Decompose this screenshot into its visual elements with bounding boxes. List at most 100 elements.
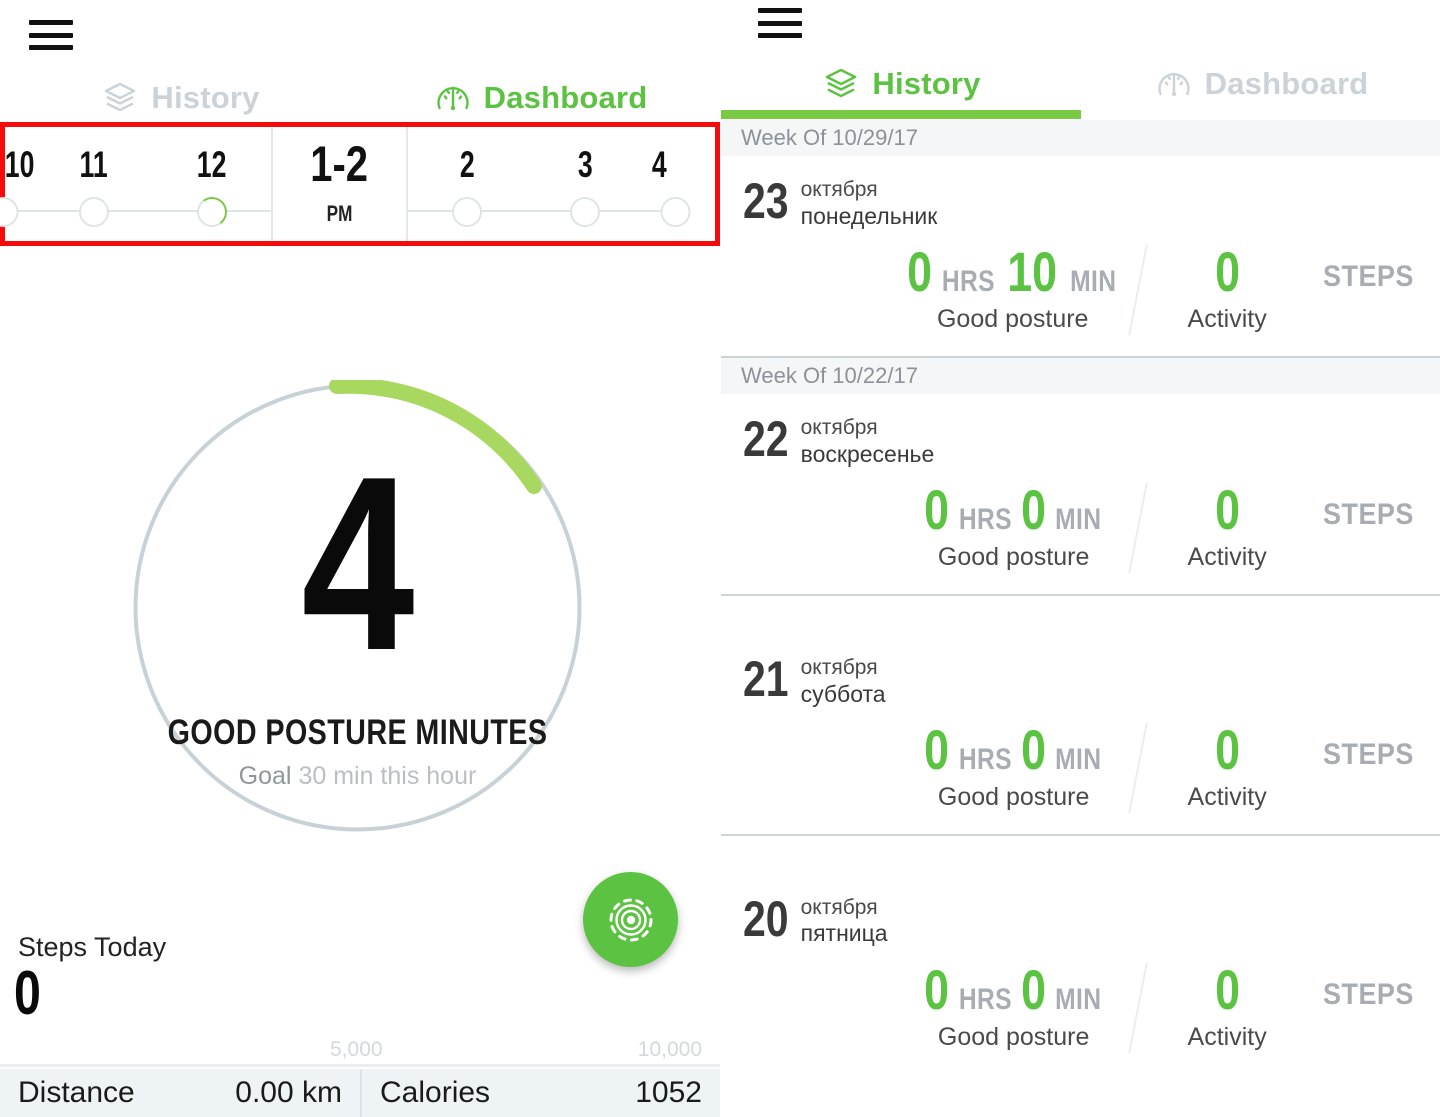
metric-value-row: 0 HRS 0 MIN [921,957,1107,1021]
stat-distance-value: 0.00 km [235,1076,342,1109]
day-name-block: октября понедельник [801,178,938,230]
metric-value-row: 0 [1212,961,1243,1018]
hrs-unit-label: HRS [958,982,1012,1016]
steps-unit-label: STEPS [1323,497,1414,531]
min-unit-label: MIN [1055,502,1102,536]
hour-label: 3 [577,144,593,185]
hour-cell[interactable]: 10 [0,127,35,241]
hamburger-bar [29,32,73,38]
day-number: 20 [743,890,789,947]
hour-timeline[interactable]: 10 11 12 1-2 PM 2 3 4 [0,122,720,246]
history-day-row[interactable]: 21 октября суббота 0 HRS 0 MIN Good post… [721,596,1440,836]
hour-dot[interactable] [0,197,19,227]
metric-value-row: 0 [1212,477,1243,541]
hour-cell[interactable]: 12 [153,127,271,241]
activity-sublabel: Activity [1187,304,1267,333]
metric-divider [1128,482,1148,574]
posture-gauge: 4 GOOD POSTURE MINUTES Goal 30 min this … [130,380,585,835]
history-list[interactable]: Week Of 10/29/17 23 октября понедельник … [721,120,1440,1054]
steps-unit-label: STEPS [1323,977,1414,1011]
layers-icon [105,82,136,112]
min-unit-label: MIN [1055,982,1102,1016]
metric-value-row: 0 [1212,243,1243,300]
posture-minutes-value: 0 [1020,957,1046,1021]
history-screen: History Dashboard Week Of 10/29/17 23 ок… [720,0,1440,1117]
metric-activity: 0 Activity [1181,961,1273,1052]
posture-minutes-value: 0 [1020,477,1046,541]
hour-dot[interactable] [660,197,691,227]
day-number: 21 [743,650,789,707]
day-heading: 20 октября пятница [721,874,1440,948]
metric-activity: 0 Activity [1181,243,1273,334]
steps-unit-label: STEPS [1323,737,1414,771]
metric-value-row: 0 HRS 10 MIN [904,239,1121,303]
tab-history-label: History [872,66,981,101]
metric-good-posture: 0 HRS 0 MIN Good posture [906,717,1121,812]
hour-ampm-label: PM [326,201,353,226]
hour-cell[interactable]: 3 [526,127,644,241]
tab-dashboard[interactable]: Dashboard [1081,58,1440,110]
day-number: 23 [743,173,789,229]
tab-history[interactable]: History [0,72,360,124]
hour-label: 2 [459,144,475,185]
min-unit-label: MIN [1055,742,1102,776]
hour-dot[interactable] [452,197,482,227]
hour-cell[interactable]: 4 [644,127,691,241]
hour-label: 12 [197,144,227,185]
steps-scale-max: 10,000 [637,1038,702,1061]
stat-distance-label: Distance [18,1076,135,1109]
day-name-block: октября суббота [801,656,886,708]
metric-steps-unit: STEPS [1317,482,1419,532]
day-metrics: 0 HRS 0 MIN Good posture 0 Activity STEP… [721,477,1440,574]
posture-hours-value: 0 [923,717,949,781]
day-month: октября [800,655,878,679]
stat-distance[interactable]: Distance 0.00 km [0,1069,360,1117]
activity-steps-value: 0 [1214,477,1240,541]
history-day-row[interactable]: 22 октября воскресенье 0 HRS 0 MIN Good … [721,394,1440,596]
hour-dot[interactable] [570,197,600,227]
hamburger-bar [758,8,802,13]
metric-steps-unit: STEPS [1317,244,1419,294]
bottom-stats-bar: Distance 0.00 km Calories 1052 [0,1069,720,1117]
metric-divider [1128,722,1148,814]
hamburger-menu-icon[interactable] [758,8,802,38]
stat-calories[interactable]: Calories 1052 [360,1069,720,1117]
hour-label-selected: 1-2 [310,136,369,192]
history-day-row[interactable]: 23 октября понедельник 0 HRS 10 MIN Good… [721,156,1440,358]
hour-dot-with-progress[interactable] [195,195,229,229]
hamburger-bar [758,33,802,38]
metric-good-posture: 0 HRS 0 MIN Good posture [906,477,1121,572]
metric-activity: 0 Activity [1181,477,1273,572]
tab-dashboard[interactable]: Dashboard [360,72,720,133]
calibrate-fab-button[interactable] [583,872,678,967]
tab-history[interactable]: History [721,58,1081,119]
hrs-unit-label: HRS [942,264,996,298]
week-group-header: Week Of 10/22/17 [721,357,1440,394]
stat-calories-value: 1052 [635,1076,702,1109]
hour-dot[interactable] [79,197,109,227]
posture-minutes-value: 10 [1007,239,1058,303]
day-month: октября [800,895,878,919]
metric-good-posture: 0 HRS 0 MIN Good posture [906,957,1121,1052]
activity-steps-value: 0 [1214,717,1240,781]
good-posture-sublabel: Good posture [936,304,1089,333]
good-posture-sublabel: Good posture [937,1022,1090,1051]
target-calibrate-icon [609,898,652,941]
day-weekday: суббота [800,680,886,707]
tab-dashboard-label: Dashboard [1204,66,1369,101]
hour-cell-selected[interactable]: 1-2 PM [271,127,408,241]
activity-sublabel: Activity [1187,782,1267,811]
day-weekday: пятница [800,920,888,947]
stat-calories-label: Calories [380,1076,491,1109]
day-metrics: 0 HRS 0 MIN Good posture 0 Activity STEP… [721,717,1440,814]
hour-cell[interactable]: 11 [35,127,153,241]
hamburger-bar [758,20,802,26]
hour-cell[interactable]: 2 [408,127,526,241]
history-day-row[interactable]: 20 октября пятница 0 HRS 0 MIN Good post… [721,836,1440,1054]
min-unit-label: MIN [1069,264,1117,298]
hamburger-menu-icon[interactable] [29,20,73,50]
tab-history-label: History [151,80,260,115]
dual-screenshot-container: History Dashboard 10 11 12 1-2 PM 2 3 4 … [0,0,1440,1117]
gauge-icon [436,86,469,111]
steps-today-value: 0 [14,959,41,1028]
